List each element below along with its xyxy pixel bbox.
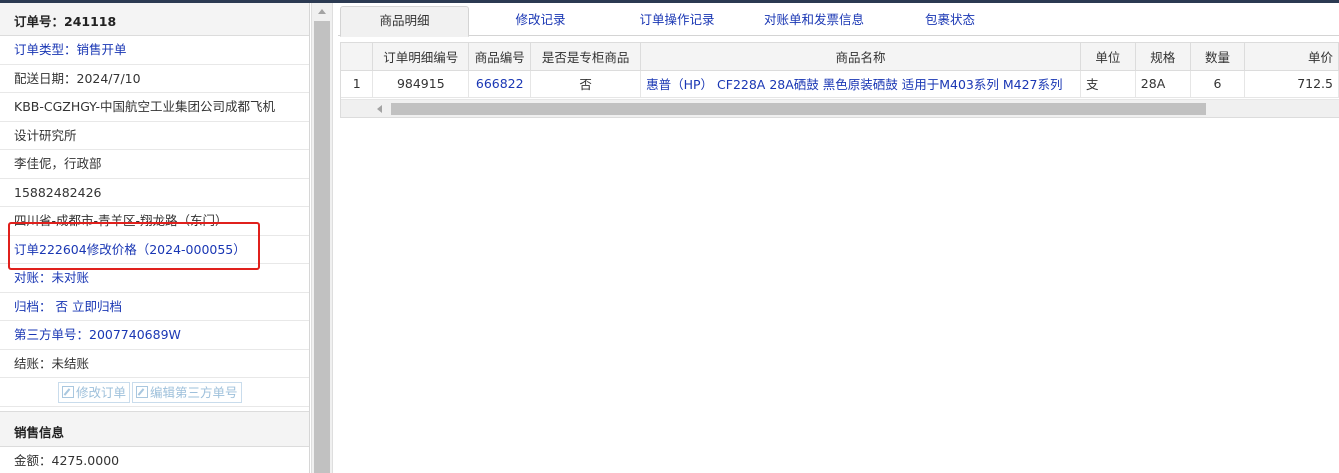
edit-icon [136, 386, 149, 398]
edit-icon [62, 386, 74, 398]
scroll-left-arrow-icon[interactable] [377, 105, 382, 113]
tab-order-operations[interactable]: 订单操作记录 [614, 6, 740, 36]
sales-info-header: 销售信息 [0, 411, 309, 447]
tab-statement-invoice[interactable]: 对账单和发票信息 [743, 6, 885, 36]
order-info-row: 李佳伲，行政部 [0, 150, 309, 179]
spec-header[interactable]: 规格 [1135, 43, 1191, 71]
order-info-row: 设计研究所 [0, 122, 309, 150]
counter-product-header[interactable]: 是否是专柜商品 [530, 43, 642, 71]
edit-order-button[interactable]: 修改订单 [58, 382, 131, 403]
tab-product-details[interactable]: 商品明细 [340, 6, 469, 37]
unit-header[interactable]: 单位 [1080, 43, 1136, 71]
product-grid: 订单明细编号 商品编号 是否是专柜商品 商品名称 单位 规格 数量 单价 1 984915 666… [340, 42, 1339, 118]
order-info-row: 配送日期：2024/7/10 [0, 65, 309, 93]
unit-price-cell: 712.5 [1244, 70, 1339, 98]
quantity-cell: 6 [1190, 70, 1246, 98]
product-table: 订单明细编号 商品编号 是否是专柜商品 商品名称 单位 规格 数量 单价 1 984915 666… [341, 43, 1339, 98]
horizontal-scrollbar[interactable] [341, 99, 1339, 117]
order-info-row[interactable]: 第三方单号：2007740689W [0, 321, 309, 350]
order-number-header: 订单号：241118 [0, 3, 309, 36]
product-name-cell[interactable]: 惠普（HP） CF228A 28A硒鼓 黑色原装硒鼓 适用于M403系列 M42… [640, 70, 1081, 98]
product-id-cell[interactable]: 666822 [468, 70, 532, 98]
tab-change-log[interactable]: 修改记录 [488, 6, 593, 36]
left-scrollbar[interactable] [311, 3, 333, 473]
table-header-row: 订单明细编号 商品编号 是否是专柜商品 商品名称 单位 规格 数量 单价 [341, 43, 1339, 71]
detail-tabs: 商品明细 修改记录 订单操作记录 对账单和发票信息 包裹状态 [338, 6, 1339, 37]
product-name-header[interactable]: 商品名称 [640, 43, 1081, 71]
detail-id-cell: 984915 [372, 70, 470, 98]
order-info-list: 订单类型：销售开单 配送日期：2024/7/10 KBB-CGZHGY-中国航空工业… [0, 36, 309, 378]
counter-product-cell: 否 [530, 70, 642, 98]
product-id-header[interactable]: 商品编号 [468, 43, 532, 71]
order-info-row: KBB-CGZHGY-中国航空工业集团公司成都飞机 [0, 93, 309, 122]
scroll-up-arrow-icon[interactable] [318, 9, 326, 14]
row-number-cell: 1 [341, 70, 374, 98]
order-info-row[interactable]: 归档： 否 立即归档 [0, 293, 309, 321]
spec-cell: 28A [1135, 70, 1191, 98]
detail-id-header[interactable]: 订单明细编号 [372, 43, 470, 71]
order-actions: 修改订单 编辑第三方单号 [0, 378, 309, 407]
quantity-header[interactable]: 数量 [1190, 43, 1246, 71]
horizontal-scroll-thumb[interactable] [391, 103, 1206, 115]
order-info-row: 结账：未结账 [0, 350, 309, 378]
scroll-thumb[interactable] [314, 21, 330, 473]
unit-price-header[interactable]: 单价 [1244, 43, 1339, 71]
edit-third-party-button[interactable]: 编辑第三方单号 [132, 382, 242, 403]
tab-package-status[interactable]: 包裹状态 [898, 6, 1002, 36]
table-row[interactable]: 1 984915 666822 否惠普（HP） CF228A 28A硒鼓 黑色原装硒鼓… [341, 70, 1339, 98]
row-number-header[interactable] [341, 43, 374, 71]
sales-amount: 金额：4275.0000 [0, 447, 309, 473]
unit-cell: 支 [1080, 70, 1136, 98]
highlight-box [8, 222, 260, 270]
order-info-row: 15882482426 [0, 179, 309, 207]
order-info-row[interactable]: 订单类型：销售开单 [0, 36, 309, 65]
